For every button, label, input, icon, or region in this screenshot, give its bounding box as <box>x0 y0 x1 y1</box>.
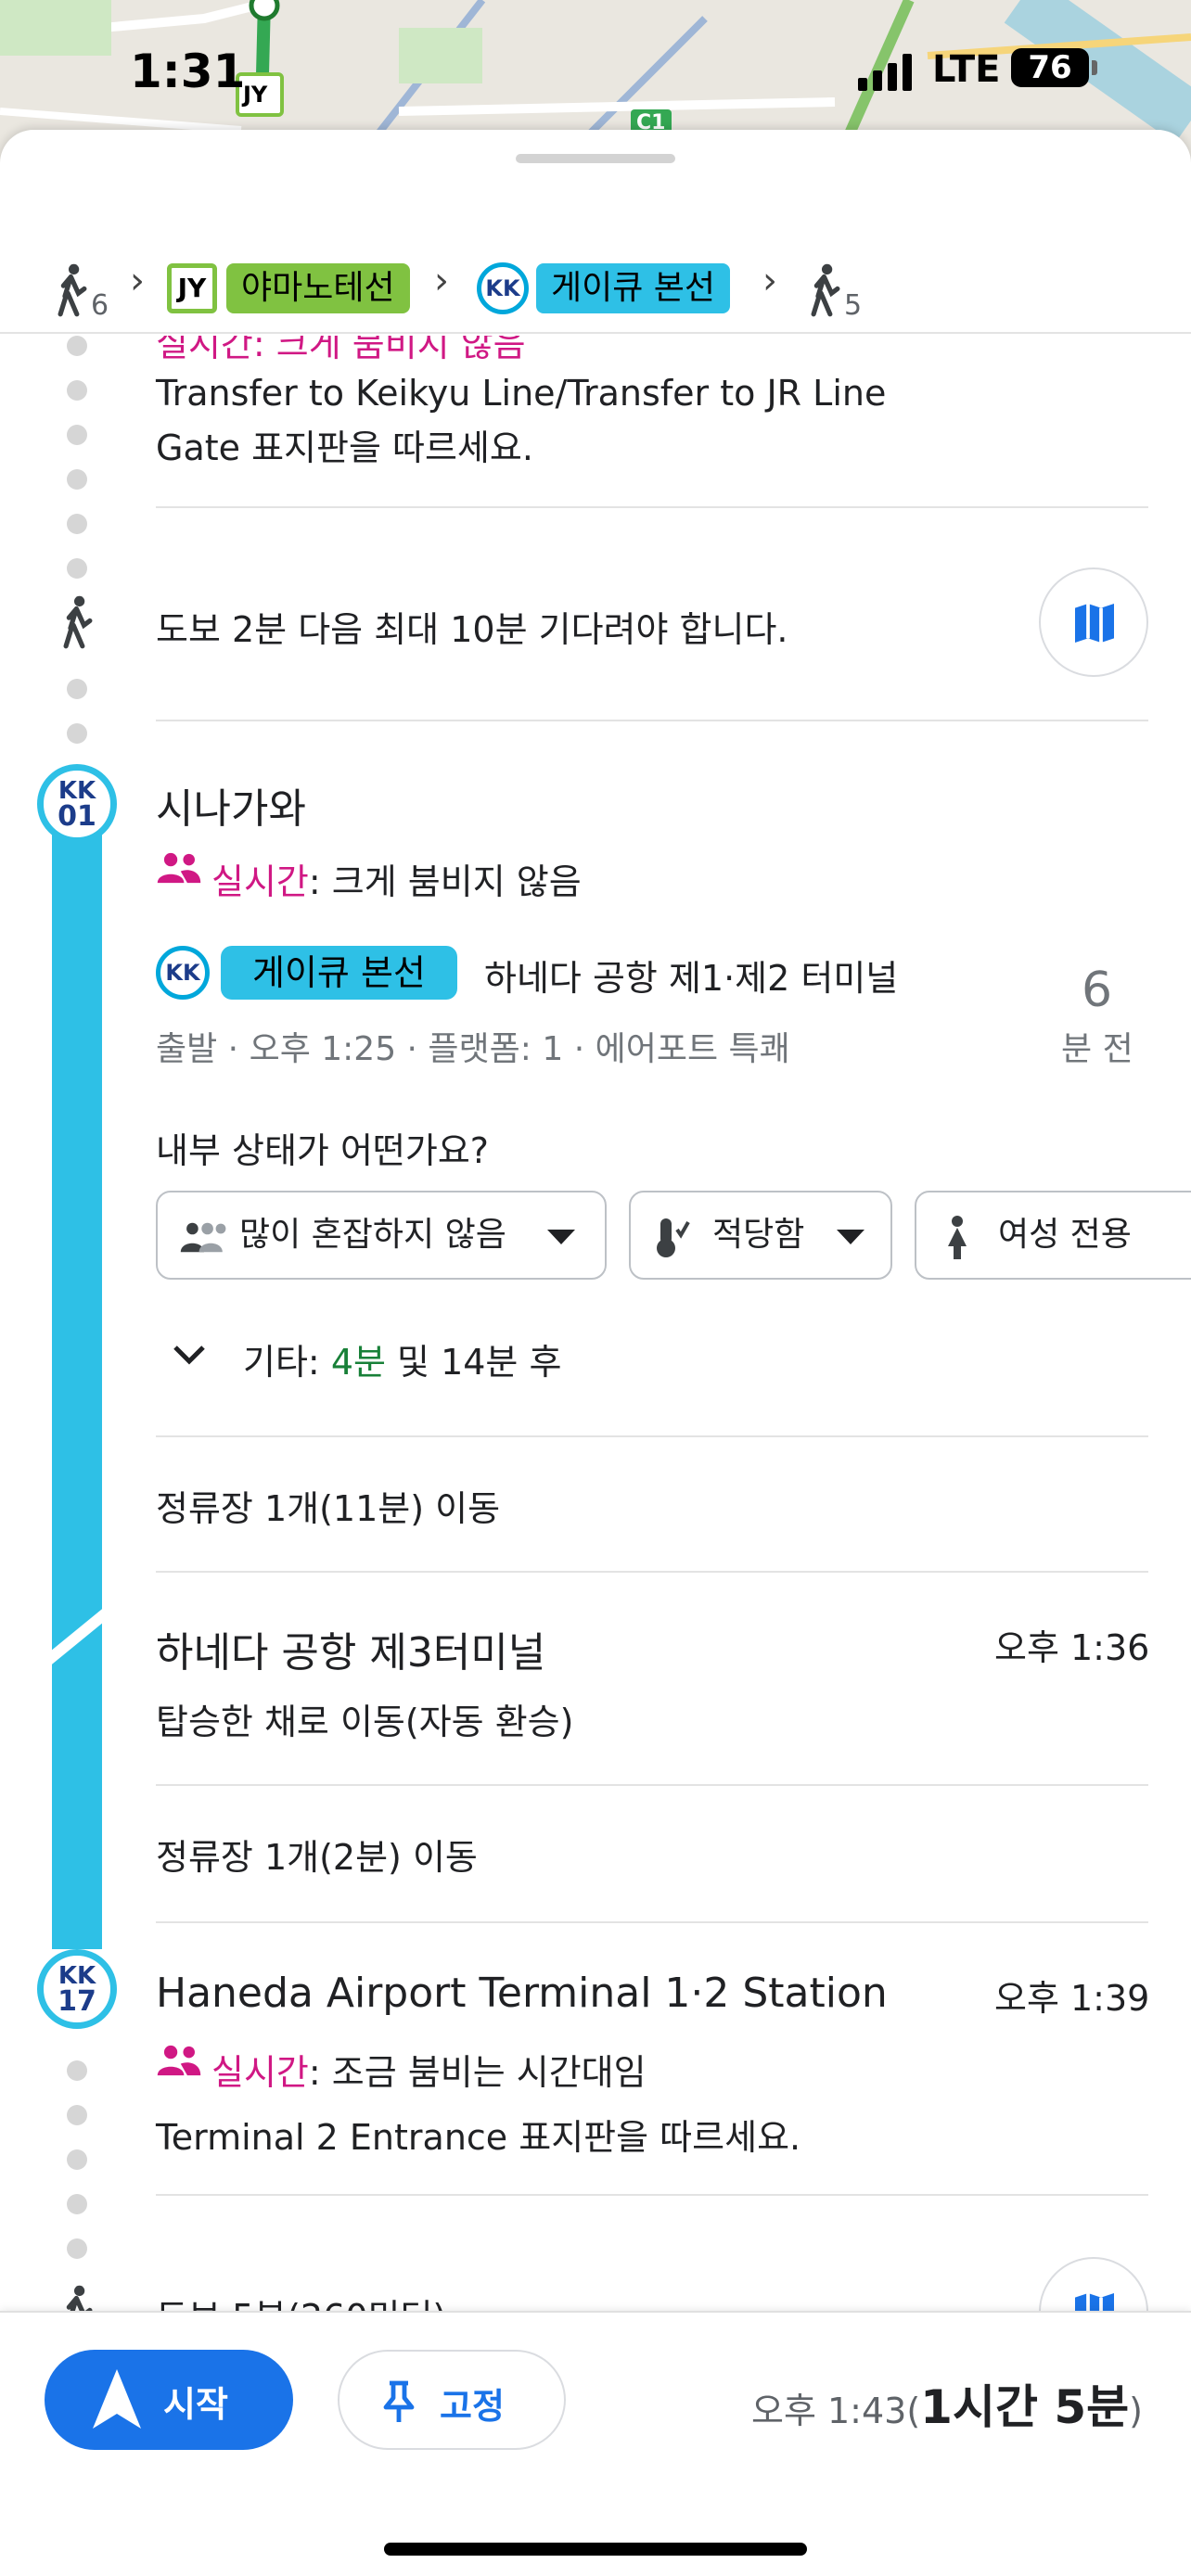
battery-cap <box>1092 60 1097 75</box>
divider <box>156 1571 1148 1573</box>
walk-dot <box>67 2194 87 2214</box>
station-badge-kk17: KK 17 <box>37 1949 117 2029</box>
station-sign-text: Terminal 2 Entrance 표지판을 따르세요. <box>156 2117 801 2158</box>
station-badge-kk01: KK 01 <box>37 764 117 844</box>
people-icon <box>157 852 201 884</box>
walk-start-minutes: 6 <box>91 289 109 322</box>
pin-button[interactable]: 고정 <box>338 2350 566 2450</box>
station-time: 오후 1:36 <box>994 1627 1150 1668</box>
ride-stops-text[interactable]: 정류장 1개(11분) 이동 <box>156 1480 500 1531</box>
station-name[interactable]: 하네다 공항 제3터미널 <box>156 1619 545 1678</box>
departure-minutes: 6 <box>1082 963 1113 1018</box>
steps-list[interactable]: 실시간: 크게 붐비지 않음 Transfer to Keikyu Line/T… <box>0 336 1191 2311</box>
battery-icon: 76 <box>1011 48 1089 87</box>
divider <box>156 720 1148 721</box>
thermometer-icon <box>657 1218 690 1257</box>
walk-dot <box>67 380 87 401</box>
map-button[interactable] <box>1039 567 1148 677</box>
keikyu-route-line <box>52 790 102 1949</box>
chevron-right-icon: › <box>762 260 777 302</box>
walk-wait-text: 도보 2분 다음 최대 10분 기다려야 합니다. <box>156 609 788 650</box>
station-realtime: 실시간: 크게 붐비지 않음 <box>211 861 582 902</box>
map-button[interactable] <box>1039 2257 1148 2311</box>
crowd-level-dropdown[interactable]: 많이 혼잡하지 않음 <box>156 1191 607 1280</box>
status-time: 1:31 <box>130 45 246 98</box>
pin-icon <box>383 2380 415 2422</box>
station-note: 탑승한 채로 이동(자동 환승) <box>156 1702 574 1742</box>
walk-icon <box>58 263 87 317</box>
drag-handle[interactable] <box>516 154 675 163</box>
yamanote-line-pill: 야마노테선 <box>226 263 410 313</box>
chevron-right-icon: › <box>434 260 449 302</box>
keikyu-line-pill: 게이큐 본선 <box>536 263 731 313</box>
summary-divider <box>0 332 1191 334</box>
kk-line-badge: KK <box>156 946 210 1000</box>
transfer-sign-text-2: Gate 표지판을 따르세요. <box>156 427 533 468</box>
status-bar: 1:31 LTE 76 <box>0 37 1191 102</box>
bottom-action-bar: 시작 고정 오후 1:43(1시간 5분) <box>0 2311 1191 2576</box>
chevron-right-icon: › <box>130 260 145 302</box>
walk-dot <box>67 336 87 356</box>
walk-dot <box>67 723 87 744</box>
temperature-dropdown[interactable]: 적당함 <box>629 1191 892 1280</box>
divider <box>156 2194 1148 2196</box>
walk-icon <box>66 2285 93 2311</box>
line-break-mark <box>46 1607 108 1666</box>
walk-dot <box>67 425 87 445</box>
departure-suffix: 분 전 <box>1061 1030 1133 1068</box>
chevron-down-icon[interactable] <box>173 1345 206 1365</box>
station-time: 오후 1:39 <box>994 1978 1150 2019</box>
map-icon <box>1075 604 1114 643</box>
walk-end-minutes: 5 <box>844 289 863 322</box>
map-icon <box>1075 2293 1114 2311</box>
kk-line-badge: KK <box>477 262 529 314</box>
walk-dot <box>67 2060 87 2081</box>
train-destination: 하네다 공항 제1·제2 터미널 <box>484 958 899 999</box>
caret-down-icon <box>547 1230 575 1244</box>
people-icon <box>157 2045 201 2076</box>
final-walk-text: 도보 5분(260미터) <box>156 2289 446 2311</box>
divider <box>156 1784 1148 1786</box>
jy-line-badge: JY <box>167 263 217 313</box>
station-realtime: 실시간: 조금 붐비는 시간대임 <box>211 2052 647 2093</box>
walk-dot <box>67 2149 87 2170</box>
train-details: 출발 · 오후 1:25 · 플랫폼: 1 · 에어포트 특쾌 <box>156 1030 790 1068</box>
crowd-question: 내부 상태가 어떤가요? <box>156 1130 489 1171</box>
women-only-chip[interactable]: 여성 전용 <box>915 1191 1191 1280</box>
divider <box>156 1921 1148 1923</box>
keikyu-line-pill: 게이큐 본선 <box>221 946 457 1000</box>
home-indicator[interactable] <box>384 2543 807 2556</box>
walk-dot <box>67 469 87 490</box>
walk-icon <box>811 263 840 317</box>
signal-icon <box>858 54 912 91</box>
other-departures[interactable]: 기타: 4분 및 14분 후 <box>243 1333 561 1384</box>
walk-dot <box>67 2238 87 2259</box>
station-name[interactable]: 시나가와 <box>156 775 306 835</box>
station-name[interactable]: Haneda Airport Terminal 1·2 Station <box>156 1970 888 2017</box>
cut-realtime-text: 실시간: 크게 붐비지 않음 <box>156 336 526 364</box>
walk-icon <box>63 595 93 649</box>
arrival-summary: 오후 1:43(1시간 5분) <box>751 2380 1143 2434</box>
route-summary[interactable]: 6 › JY 야마노테선 › KK 게이큐 본선 › 5 <box>0 185 1191 334</box>
caret-down-icon <box>837 1230 864 1244</box>
walk-dot <box>67 679 87 699</box>
woman-icon <box>948 1216 967 1259</box>
walk-dot <box>67 558 87 579</box>
transfer-sign-text: Transfer to Keikyu Line/Transfer to JR L… <box>156 373 887 414</box>
divider <box>156 506 1148 508</box>
network-type: LTE <box>932 48 1001 91</box>
crowd-icon <box>180 1222 226 1253</box>
ride-stops-text[interactable]: 정류장 1개(2분) 이동 <box>156 1829 478 1880</box>
walk-dot <box>67 514 87 534</box>
divider <box>156 1435 1148 1437</box>
walk-dot <box>67 2105 87 2125</box>
start-button[interactable]: 시작 <box>45 2350 293 2450</box>
navigation-arrow-icon <box>93 2369 141 2429</box>
